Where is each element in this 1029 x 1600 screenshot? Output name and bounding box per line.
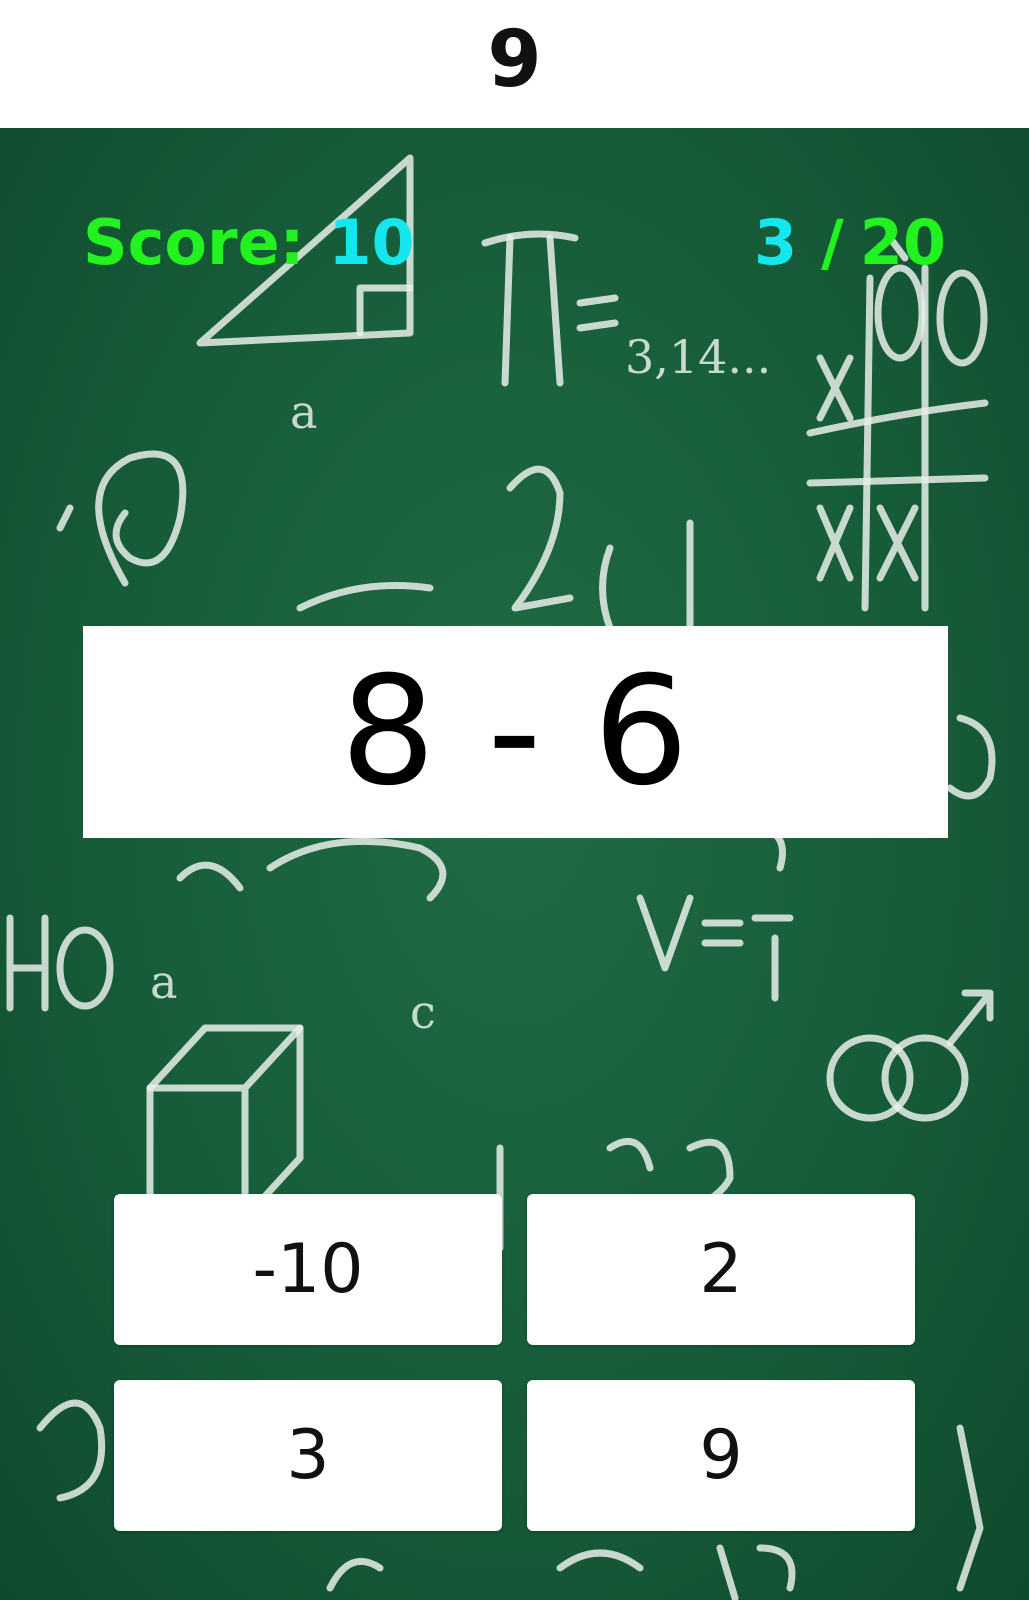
svg-text:3,14...: 3,14... — [625, 330, 771, 384]
countdown-timer: 9 — [487, 15, 542, 105]
answer-button-3[interactable]: 3 — [114, 1380, 502, 1531]
progress-current: 3 — [754, 206, 798, 279]
question-panel: 8 - 6 — [83, 626, 948, 838]
top-bar: 9 — [0, 0, 1029, 128]
question-expression: 8 - 6 — [340, 645, 691, 819]
score-display: Score: 10 — [83, 212, 415, 274]
svg-text:a: a — [290, 385, 317, 439]
answer-button-2[interactable]: 2 — [527, 1194, 915, 1345]
svg-text:a: a — [150, 955, 177, 1009]
score-label: Score: — [83, 206, 305, 279]
answer-button-1[interactable]: -10 — [114, 1194, 502, 1345]
svg-text:c: c — [410, 985, 436, 1039]
answer-button-4[interactable]: 9 — [527, 1380, 915, 1531]
question-progress: 3/20 — [754, 212, 946, 274]
progress-separator: / — [821, 206, 844, 279]
score-value: 10 — [328, 206, 415, 279]
progress-total: 20 — [859, 206, 947, 279]
